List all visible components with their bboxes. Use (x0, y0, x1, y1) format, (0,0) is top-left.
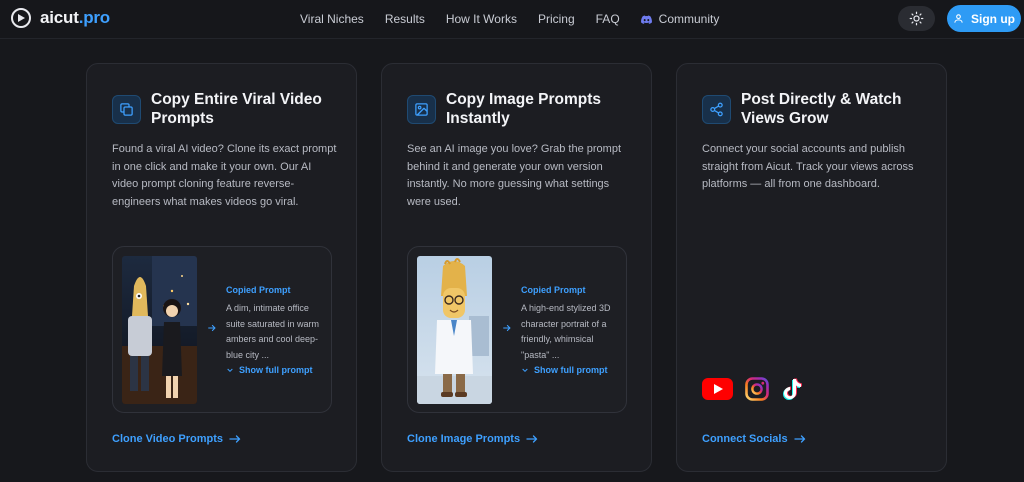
community-label: Community (658, 12, 720, 26)
clone-image-prompts-link[interactable]: Clone Image Prompts (407, 433, 538, 445)
tiktok-icon[interactable] (781, 377, 803, 406)
nav-links: Viral Niches Results How It Works Pricin… (300, 12, 740, 26)
nav-link-viral-niches[interactable]: Viral Niches (300, 12, 364, 26)
arrow-right-icon (229, 435, 241, 443)
card-title: Post Directly & Watch Views Grow (741, 91, 902, 127)
logo-name: aicut (40, 8, 79, 27)
prompt-preview: Copied Prompt A high-end stylized 3D cha… (407, 246, 627, 413)
arrow-right-icon (793, 435, 805, 443)
arrow-right-icon (503, 324, 511, 332)
nav-link-community[interactable]: Community (640, 12, 720, 26)
prompt-preview: Copied Prompt A dim, intimate office sui… (112, 246, 332, 413)
card-link-label: Clone Video Prompts (112, 433, 224, 445)
theme-toggle-button[interactable] (898, 6, 935, 31)
feature-card-image-prompts: Copy Image Prompts Instantly See an AI i… (381, 63, 652, 472)
image-icon (407, 95, 436, 124)
top-navbar: aicut.pro Viral Niches Results How It Wo… (0, 0, 1024, 39)
user-icon (954, 14, 963, 23)
clone-video-prompts-link[interactable]: Clone Video Prompts (112, 433, 241, 445)
sign-up-label: Sign up (971, 11, 1015, 26)
youtube-icon[interactable] (702, 378, 733, 405)
arrow-right-icon (208, 324, 216, 332)
show-full-prompt-button[interactable]: Show full prompt (521, 365, 608, 375)
discord-icon (640, 15, 652, 24)
share-icon (702, 95, 731, 124)
card-description: Found a viral AI video? Clone its exact … (112, 143, 337, 208)
prompt-text: A high-end stylized 3D character portrai… (521, 303, 611, 360)
card-link-label: Connect Socials (702, 433, 788, 445)
card-link-label: Clone Image Prompts (407, 433, 521, 445)
copied-prompt-label: Copied Prompt (521, 285, 586, 295)
card-title: Copy Image Prompts Instantly (446, 91, 602, 127)
nav-link-faq[interactable]: FAQ (596, 12, 620, 26)
show-full-prompt-label: Show full prompt (534, 365, 608, 375)
nav-link-how-it-works[interactable]: How It Works (446, 12, 517, 26)
chevron-down-icon (522, 368, 528, 373)
copy-icon (112, 95, 141, 124)
nav-link-results[interactable]: Results (385, 12, 425, 26)
sun-icon (909, 11, 924, 26)
card-description: Connect your social accounts and publish… (702, 143, 914, 191)
show-full-prompt-label: Show full prompt (239, 365, 313, 375)
show-full-prompt-button[interactable]: Show full prompt (226, 365, 313, 375)
feature-card-video-prompts: Copy Entire Viral Video Prompts Found a … (86, 63, 357, 472)
sign-up-button[interactable]: Sign up (947, 5, 1021, 32)
logo[interactable]: aicut.pro (11, 8, 110, 28)
social-icons (702, 377, 815, 406)
chevron-down-icon (227, 368, 233, 373)
copied-prompt-label: Copied Prompt (226, 285, 291, 295)
nav-link-pricing[interactable]: Pricing (538, 12, 575, 26)
image-thumbnail[interactable] (417, 256, 492, 404)
arrow-right-icon (526, 435, 538, 443)
prompt-text: A dim, intimate office suite saturated i… (226, 303, 320, 360)
card-title: Copy Entire Viral Video Prompts (151, 91, 322, 127)
card-description: See an AI image you love? Grab the promp… (407, 143, 622, 208)
logo-tld: .pro (78, 8, 111, 27)
feature-card-post-socials: Post Directly & Watch Views Grow Connect… (676, 63, 947, 472)
instagram-icon[interactable] (745, 377, 769, 406)
connect-socials-link[interactable]: Connect Socials (702, 433, 806, 445)
video-thumbnail[interactable] (122, 256, 197, 404)
logo-play-icon (11, 8, 31, 28)
